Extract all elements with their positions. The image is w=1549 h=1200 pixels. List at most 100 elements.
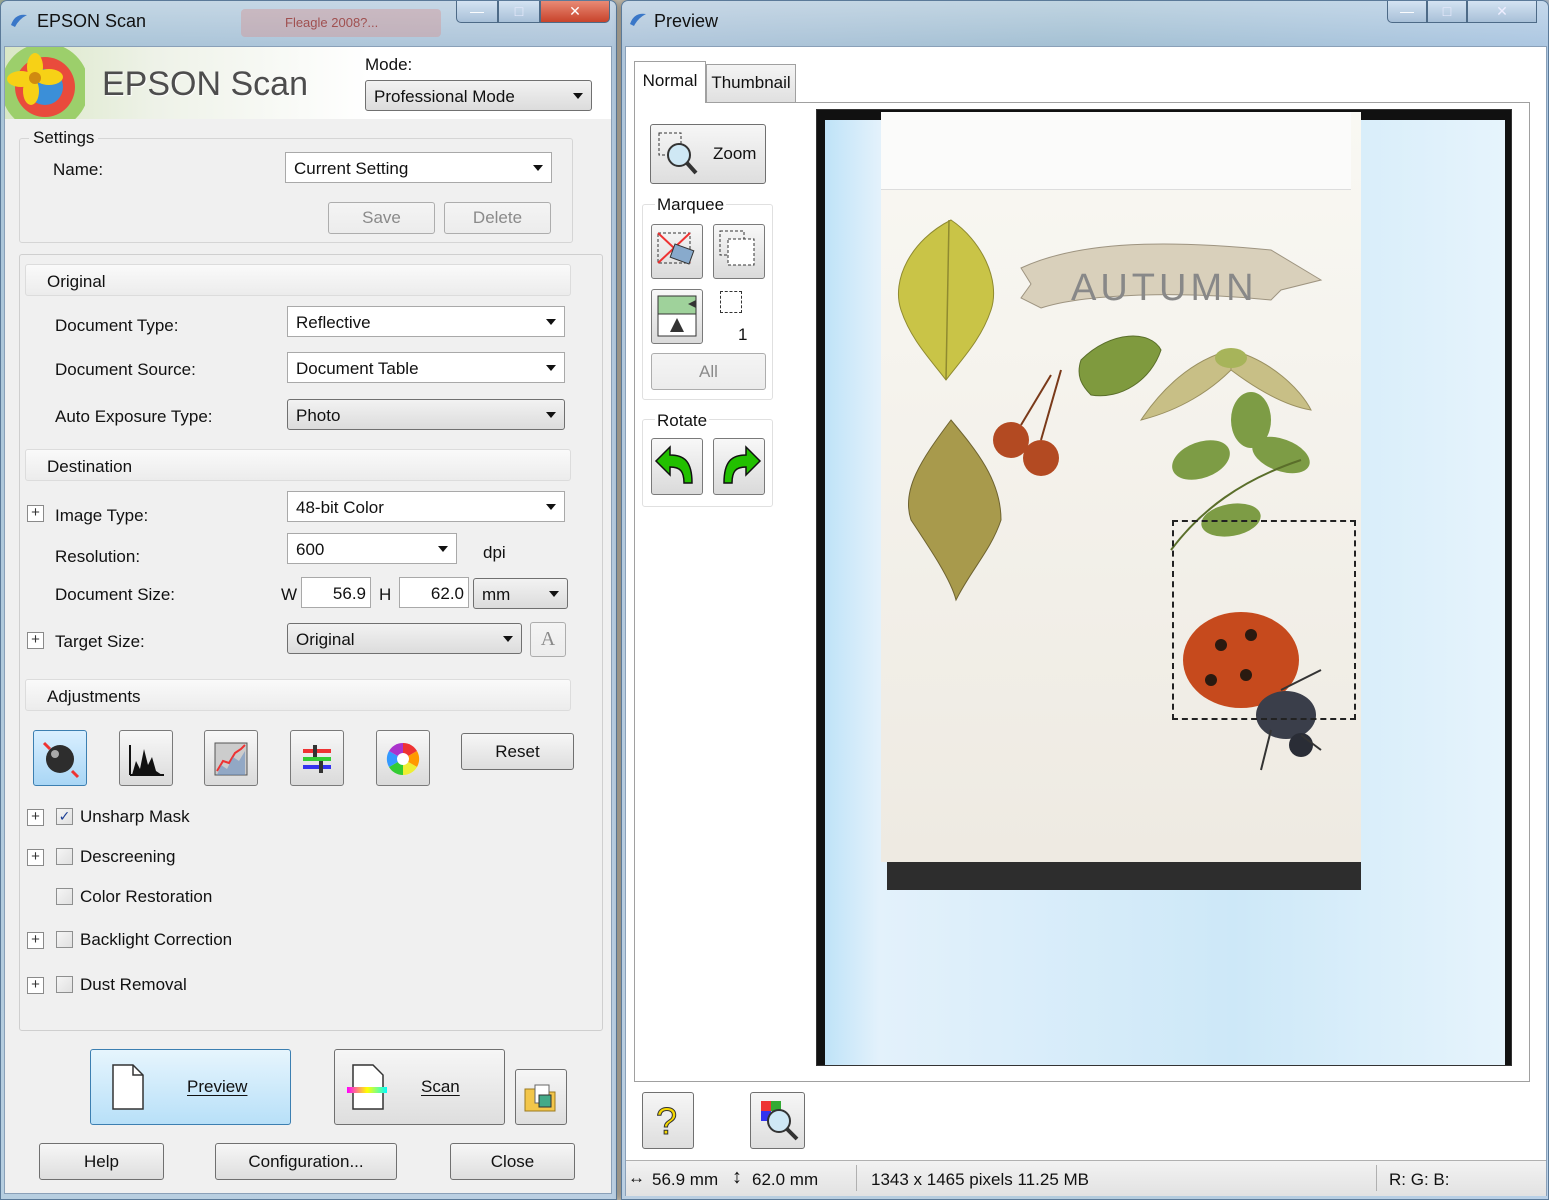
- dust-removal-label: Dust Removal: [80, 975, 187, 994]
- image-adjustment-button[interactable]: [290, 730, 344, 786]
- delete-marquee-button[interactable]: [651, 224, 703, 279]
- epson-scan-client: EPSON Scan Mode: Professional Mode Setti…: [1, 43, 612, 1194]
- auto-exposure-label: Auto Exposure Type:: [55, 407, 213, 426]
- tone-correction-button[interactable]: [204, 730, 258, 786]
- auto-exposure-button[interactable]: [33, 730, 87, 786]
- dust-removal-checkbox[interactable]: [56, 976, 73, 993]
- preview-image-area[interactable]: AUTUMN: [816, 109, 1512, 1066]
- image-adjustment-icon: [303, 745, 331, 773]
- dust-removal-expand-button[interactable]: +: [27, 977, 44, 994]
- document-type-value: Reflective: [296, 313, 371, 332]
- status-rgb: R: G: B:: [1389, 1170, 1450, 1189]
- document-type-select[interactable]: Reflective: [287, 306, 565, 337]
- adjustments-header-label: Adjustments: [47, 687, 141, 706]
- scan-document-icon: [347, 1064, 387, 1110]
- rotate-left-button[interactable]: [651, 438, 703, 495]
- descreening-checkbox[interactable]: [56, 848, 73, 865]
- scan-button[interactable]: Scan: [334, 1049, 505, 1125]
- copy-marquee-button[interactable]: [713, 224, 765, 279]
- auto-locate-icon: [657, 295, 697, 337]
- background-taskbar-tab: Fleagle 2008?...: [241, 9, 441, 37]
- rotate-label: Rotate: [655, 411, 710, 431]
- zoom-magnifier-icon: [658, 132, 698, 175]
- text-enhancement-button[interactable]: A: [530, 622, 566, 657]
- configuration-button[interactable]: Configuration...: [215, 1143, 397, 1180]
- width-arrow-icon: ↔: [628, 1168, 645, 1187]
- close-button[interactable]: Close: [450, 1143, 575, 1180]
- status-width: 56.9 mm: [652, 1170, 719, 1189]
- settings-name-select[interactable]: Current Setting: [285, 152, 552, 183]
- target-size-expand-button[interactable]: +: [27, 632, 44, 649]
- width-value: 56.9: [332, 584, 366, 603]
- tab-normal-label: Normal: [642, 71, 698, 90]
- status-bar: ↔ 56.9 mm ↕ 62.0 mm 1343 x 1465 pixels 1…: [626, 1160, 1546, 1196]
- tab-normal[interactable]: Normal: [634, 61, 706, 103]
- question-mark-icon: ?: [656, 1100, 678, 1143]
- preview-maximize-button[interactable]: □: [1427, 1, 1467, 23]
- marquee-selection[interactable]: [1172, 520, 1356, 720]
- help-question-button[interactable]: ?: [642, 1092, 694, 1149]
- resolution-value: 600: [296, 540, 325, 559]
- size-unit-select[interactable]: mm: [473, 578, 568, 609]
- auto-locate-button[interactable]: [651, 289, 703, 344]
- tab-thumbnail[interactable]: Thumbnail: [706, 64, 796, 102]
- resolution-select[interactable]: 600: [287, 533, 457, 564]
- mode-select[interactable]: Professional Mode: [365, 80, 592, 111]
- preview-minimize-button[interactable]: —: [1387, 1, 1427, 23]
- tab-thumbnail-label: Thumbnail: [711, 73, 791, 92]
- color-restoration-checkbox[interactable]: [56, 888, 73, 905]
- tone-curve-icon: [214, 742, 248, 776]
- select-all-marquees-button[interactable]: All: [651, 353, 766, 390]
- copy-marquee-icon: [719, 230, 755, 266]
- descreening-label: Descreening: [80, 847, 176, 866]
- densitometer-button[interactable]: [750, 1092, 805, 1149]
- image-type-expand-button[interactable]: +: [27, 505, 44, 522]
- reset-button[interactable]: Reset: [461, 733, 574, 770]
- rotate-right-button[interactable]: [713, 438, 765, 495]
- window-icon: [9, 11, 29, 29]
- preview-window-title: Preview: [654, 11, 719, 31]
- document-source-label: Document Source:: [55, 360, 196, 379]
- maximize-button[interactable]: □: [498, 1, 540, 23]
- unsharp-mask-expand-button[interactable]: +: [27, 809, 44, 826]
- backlight-correction-label: Backlight Correction: [80, 930, 233, 949]
- zoom-button[interactable]: Zoom: [650, 124, 766, 184]
- close-window-button[interactable]: ✕: [540, 1, 610, 23]
- resolution-unit: dpi: [483, 543, 506, 562]
- backlight-correction-checkbox[interactable]: [56, 931, 73, 948]
- backlight-correction-expand-button[interactable]: +: [27, 932, 44, 949]
- zoom-label: Zoom: [713, 144, 757, 163]
- minimize-button[interactable]: —: [456, 1, 498, 23]
- preview-window: Preview — □ ✕ Normal Thumbnail Zoom Marq…: [621, 0, 1549, 1200]
- preview-button-label: Preview: [187, 1077, 248, 1096]
- width-input[interactable]: 56.9: [301, 577, 371, 608]
- histogram-adjustment-button[interactable]: [119, 730, 173, 786]
- preview-document-icon: [112, 1064, 144, 1110]
- preview-button[interactable]: Preview: [90, 1049, 291, 1125]
- document-source-select[interactable]: Document Table: [287, 352, 565, 383]
- delete-button[interactable]: Delete: [444, 202, 551, 234]
- svg-text:?: ?: [656, 1101, 677, 1143]
- save-button[interactable]: Save: [328, 202, 435, 234]
- unsharp-mask-checkbox[interactable]: ✓: [56, 808, 73, 825]
- scan-button-label: Scan: [421, 1077, 460, 1096]
- help-button[interactable]: Help: [39, 1143, 164, 1180]
- window-title: EPSON Scan: [37, 11, 147, 31]
- marquee-label: Marquee: [655, 195, 727, 215]
- auto-exposure-select[interactable]: Photo: [287, 399, 565, 430]
- width-label: W: [281, 585, 298, 604]
- preview-close-button[interactable]: ✕: [1467, 1, 1537, 23]
- image-type-select[interactable]: 48-bit Color: [287, 491, 565, 522]
- status-divider-2: [1376, 1165, 1377, 1191]
- color-restoration-label: Color Restoration: [80, 887, 213, 906]
- color-palette-button[interactable]: [376, 730, 430, 786]
- height-input[interactable]: 62.0: [399, 577, 469, 608]
- target-size-select[interactable]: Original: [287, 623, 522, 654]
- color-palette-icon: [386, 742, 420, 776]
- file-save-settings-button[interactable]: [515, 1069, 567, 1125]
- marquee-count: 1: [738, 325, 748, 344]
- original-header-label: Original: [47, 272, 106, 291]
- rotate-right-icon: [723, 445, 762, 484]
- descreening-expand-button[interactable]: +: [27, 849, 44, 866]
- settings-group-label: Settings: [29, 128, 99, 148]
